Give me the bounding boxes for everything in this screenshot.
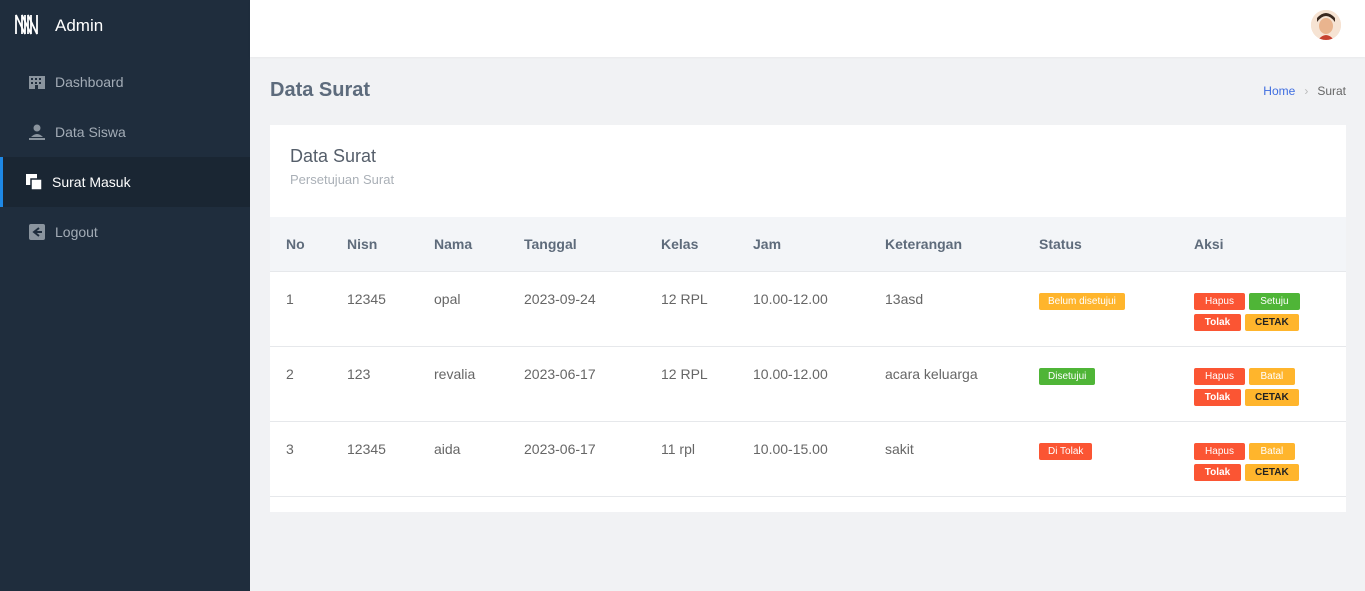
- cell-nisn: 12345: [347, 440, 386, 457]
- cell-nisn: 123: [347, 365, 371, 382]
- status-badge: Disetujui: [1039, 367, 1096, 385]
- column-header: No: [270, 217, 331, 272]
- logo-icon: [14, 13, 42, 40]
- breadcrumb-home-link[interactable]: Home: [1263, 84, 1295, 98]
- avatar[interactable]: [1311, 10, 1341, 40]
- status-badge: Di Tolak: [1039, 442, 1093, 460]
- table-row: 2 123 revalia 2023-06-17 12 RPL 10.00-12…: [270, 346, 1346, 421]
- cell-nama: revalia: [434, 365, 476, 382]
- cell-tanggal: 2023-06-17: [524, 365, 596, 382]
- topbar: [250, 0, 1365, 57]
- cell-no: 3: [286, 440, 294, 457]
- cell-kelas: 11 rpl: [661, 440, 695, 457]
- cell-status: Disetujui: [1023, 346, 1178, 421]
- cell-keterangan: sakit: [885, 440, 914, 457]
- sidebar-item-dashboard[interactable]: Dashboard: [0, 57, 250, 107]
- cell-keterangan: 13asd: [885, 290, 924, 307]
- cell-nisn: 12345: [347, 290, 386, 307]
- cell-keterangan: acara keluarga: [885, 365, 978, 382]
- hapus-button[interactable]: Hapus: [1194, 367, 1245, 385]
- copy-icon: [25, 173, 43, 191]
- table-header-row: No Nisn Nama Tanggal Kelas Jam Keteranga…: [270, 217, 1346, 272]
- sidebar: Admin Dashboard Data Siswa Surat Masuk L…: [0, 0, 250, 591]
- cell-aksi: Hapus Batal Tolak CETAK: [1178, 346, 1346, 421]
- cetak-button[interactable]: CETAK: [1244, 388, 1299, 406]
- chevron-right-icon: ›: [1304, 84, 1309, 98]
- hapus-button[interactable]: Hapus: [1194, 442, 1245, 460]
- data-surat-card: Data Surat Persetujuan Surat No Nisn Nam…: [270, 125, 1346, 512]
- cell-nama: aida: [434, 440, 461, 457]
- action-group: Hapus Batal Tolak CETAK: [1194, 366, 1304, 408]
- cell-no: 1: [286, 290, 294, 307]
- sidebar-item-label: Data Siswa: [55, 124, 126, 140]
- column-header: Kelas: [645, 217, 737, 272]
- batal-button[interactable]: Batal: [1248, 367, 1295, 385]
- brand[interactable]: Admin: [0, 0, 250, 52]
- status-badge: Belum disetujui: [1039, 292, 1125, 310]
- action-group: Hapus Batal Tolak CETAK: [1194, 441, 1304, 483]
- tolak-button[interactable]: Tolak: [1194, 388, 1241, 406]
- column-header: Keterangan: [869, 217, 1023, 272]
- column-header: Aksi: [1178, 217, 1346, 272]
- cell-status: Belum disetujui: [1023, 271, 1178, 346]
- column-header: Jam: [737, 217, 869, 272]
- sidebar-item-logout[interactable]: Logout: [0, 207, 250, 257]
- table-row: 3 12345 aida 2023-06-17 11 rpl 10.00-15.…: [270, 421, 1346, 496]
- column-header: Tanggal: [508, 217, 645, 272]
- sidebar-item-surat-masuk[interactable]: Surat Masuk: [0, 157, 250, 207]
- cell-jam: 10.00-15.00: [753, 440, 828, 457]
- action-group: Hapus Setuju Tolak CETAK: [1194, 291, 1304, 333]
- cell-nama: opal: [434, 290, 461, 307]
- setuju-button[interactable]: Setuju: [1248, 292, 1300, 310]
- page-title: Data Surat: [270, 79, 371, 101]
- sidebar-item-data-siswa[interactable]: Data Siswa: [0, 107, 250, 157]
- breadcrumb: Home › Surat: [1263, 84, 1346, 98]
- breadcrumb-current: Surat: [1317, 84, 1346, 98]
- cetak-button[interactable]: CETAK: [1244, 463, 1299, 481]
- sidebar-nav: Dashboard Data Siswa Surat Masuk Logout: [0, 57, 250, 257]
- tolak-button[interactable]: Tolak: [1194, 463, 1241, 481]
- sidebar-item-label: Surat Masuk: [52, 174, 131, 190]
- cell-aksi: Hapus Batal Tolak CETAK: [1178, 421, 1346, 496]
- user-icon: [28, 123, 46, 141]
- cell-status: Di Tolak: [1023, 421, 1178, 496]
- column-header: Nama: [418, 217, 508, 272]
- column-header: Nisn: [331, 217, 418, 272]
- brand-title: Admin: [55, 16, 104, 35]
- card-title: Data Surat: [290, 146, 377, 166]
- table-row: 1 12345 opal 2023-09-24 12 RPL 10.00-12.…: [270, 271, 1346, 346]
- hapus-button[interactable]: Hapus: [1194, 292, 1245, 310]
- cell-kelas: 12 RPL: [661, 365, 708, 382]
- surat-table: No Nisn Nama Tanggal Kelas Jam Keteranga…: [270, 217, 1346, 497]
- building-icon: [28, 73, 46, 91]
- column-header: Status: [1023, 217, 1178, 272]
- sidebar-item-label: Dashboard: [55, 74, 124, 90]
- tolak-button[interactable]: Tolak: [1194, 313, 1241, 331]
- cell-jam: 10.00-12.00: [753, 365, 828, 382]
- card-subtitle: Persetujuan Surat: [290, 172, 395, 187]
- cell-tanggal: 2023-09-24: [524, 290, 596, 307]
- batal-button[interactable]: Batal: [1248, 442, 1295, 460]
- logout-icon: [28, 223, 46, 241]
- cell-kelas: 12 RPL: [661, 290, 708, 307]
- sidebar-item-label: Logout: [55, 224, 98, 240]
- cell-no: 2: [286, 365, 294, 382]
- cetak-button[interactable]: CETAK: [1244, 313, 1299, 331]
- cell-aksi: Hapus Setuju Tolak CETAK: [1178, 271, 1346, 346]
- cell-tanggal: 2023-06-17: [524, 440, 596, 457]
- cell-jam: 10.00-12.00: [753, 290, 828, 307]
